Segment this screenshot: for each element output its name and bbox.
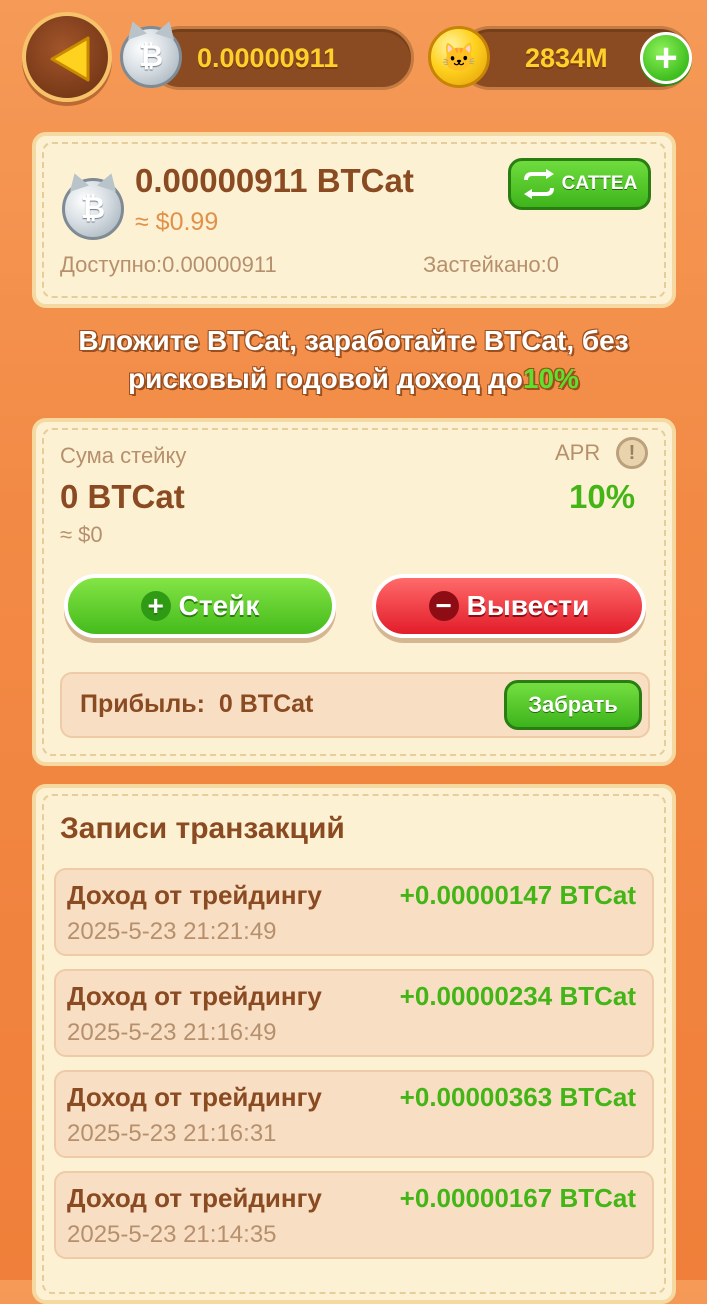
btc-cat-coin-icon: ₿ bbox=[62, 170, 124, 240]
transaction-title: Доход от трейдингу bbox=[67, 1082, 322, 1112]
minus-icon: − bbox=[428, 591, 459, 621]
transaction-row: Доход от трейдингу +0.00000147 BTCat 202… bbox=[54, 868, 654, 956]
stake-amount-label: Сума стейку bbox=[60, 443, 187, 468]
transaction-row: Доход от трейдингу +0.00000363 BTCat 202… bbox=[54, 1070, 654, 1158]
info-icon[interactable]: ! bbox=[616, 437, 648, 469]
plus-icon: + bbox=[654, 36, 678, 80]
btc-cat-coin-icon: ₿ bbox=[120, 18, 182, 88]
swap-label: CATTEA bbox=[561, 173, 638, 194]
transaction-amount: +0.00000234 BTCat bbox=[399, 981, 636, 1011]
stake-button[interactable]: + Стейк bbox=[64, 574, 336, 638]
transaction-amount: +0.00000363 BTCat bbox=[399, 1082, 636, 1112]
stake-amount-value: 0 BTCat bbox=[60, 478, 185, 515]
transaction-date: 2025-5-23 21:14:35 bbox=[67, 1221, 277, 1248]
transaction-title: Доход от трейдингу bbox=[67, 1183, 322, 1213]
stake-button-label: Стейк bbox=[178, 590, 260, 621]
coin-balance-value: 2834M bbox=[525, 43, 608, 73]
add-coins-button[interactable]: + bbox=[640, 32, 692, 84]
staked-balance: Застейкано:0 bbox=[423, 252, 559, 277]
gold-cat-coin-icon: 🐱 bbox=[428, 26, 490, 88]
promo-highlight: 10% bbox=[522, 363, 579, 394]
wallet-amount: 0.00000911 BTCat bbox=[135, 162, 414, 199]
back-arrow-icon bbox=[50, 36, 90, 82]
transaction-amount: +0.00000147 BTCat bbox=[399, 880, 636, 910]
transaction-amount: +0.00000167 BTCat bbox=[399, 1183, 636, 1213]
available-balance: Доступно:0.00000911 bbox=[60, 252, 277, 277]
transaction-date: 2025-5-23 21:21:49 bbox=[67, 918, 277, 945]
promo-headline: Вложите BTCat, заработайте BTCat, без ри… bbox=[20, 322, 687, 398]
apr-label: APR bbox=[555, 440, 601, 465]
transaction-date: 2025-5-23 21:16:31 bbox=[67, 1120, 277, 1147]
transaction-title: Доход от трейдингу bbox=[67, 981, 322, 1011]
back-button[interactable] bbox=[22, 12, 112, 102]
btc-balance-pill: 0.00000911 bbox=[148, 26, 414, 90]
transaction-row: Доход от трейдингу +0.00000167 BTCat 202… bbox=[54, 1171, 654, 1259]
swap-button[interactable]: CATTEA bbox=[508, 158, 651, 210]
plus-icon: + bbox=[140, 591, 171, 621]
btc-balance-value: 0.00000911 bbox=[197, 43, 339, 73]
stake-usd-value: ≈ $0 bbox=[60, 522, 103, 547]
transaction-title: Доход от трейдингу bbox=[67, 880, 322, 910]
profit-value: 0 BTCat bbox=[218, 690, 314, 718]
withdraw-button[interactable]: − Вывести bbox=[372, 574, 646, 638]
profit-label: Прибыль: 0 BTCat bbox=[80, 690, 314, 718]
transactions-title: Записи транзакций bbox=[60, 812, 345, 845]
withdraw-button-label: Вывести bbox=[466, 590, 590, 621]
wallet-usd-value: ≈ $0.99 bbox=[135, 208, 219, 236]
transaction-date: 2025-5-23 21:16:49 bbox=[67, 1019, 277, 1046]
apr-value: 10% bbox=[569, 478, 636, 515]
collect-button[interactable]: Забрать bbox=[504, 680, 642, 730]
swap-arrows-icon bbox=[523, 169, 554, 199]
transaction-row: Доход от трейдингу +0.00000234 BTCat 202… bbox=[54, 969, 654, 1057]
